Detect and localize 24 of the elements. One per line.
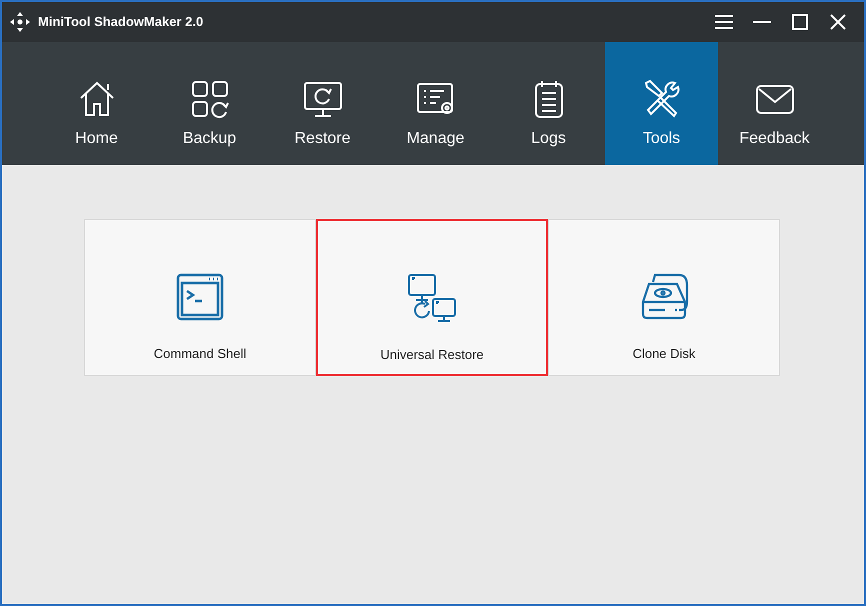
nav-tab[interactable]: Backup bbox=[153, 42, 266, 165]
terminal-icon bbox=[175, 272, 225, 322]
tool-card[interactable]: Command Shell bbox=[84, 219, 316, 376]
menu-button[interactable] bbox=[714, 12, 734, 32]
nav-tab[interactable]: Tools bbox=[605, 42, 718, 165]
hard-drives-icon bbox=[639, 272, 689, 322]
nav-tab[interactable]: Restore bbox=[266, 42, 379, 165]
maximize-button[interactable] bbox=[790, 12, 810, 32]
maximize-icon bbox=[792, 14, 808, 30]
nav-tab[interactable]: Feedback bbox=[718, 42, 831, 165]
minimize-icon bbox=[753, 21, 771, 23]
monitor-icon bbox=[302, 79, 342, 119]
close-icon bbox=[830, 14, 846, 30]
menu-icon bbox=[715, 15, 733, 29]
close-button[interactable] bbox=[828, 12, 848, 32]
window-title: MiniTool ShadowMaker 2.0 bbox=[38, 13, 204, 32]
tool-card[interactable]: Clone Disk bbox=[548, 219, 780, 376]
nav-tab[interactable]: Manage bbox=[379, 42, 492, 165]
tool-card[interactable]: Universal Restore bbox=[316, 219, 548, 376]
nav-tab[interactable]: Logs bbox=[492, 42, 605, 165]
logo-icon bbox=[10, 12, 30, 32]
nav-tab[interactable]: Home bbox=[40, 42, 153, 165]
squares-icon bbox=[190, 79, 230, 119]
computers-icon bbox=[407, 273, 457, 323]
